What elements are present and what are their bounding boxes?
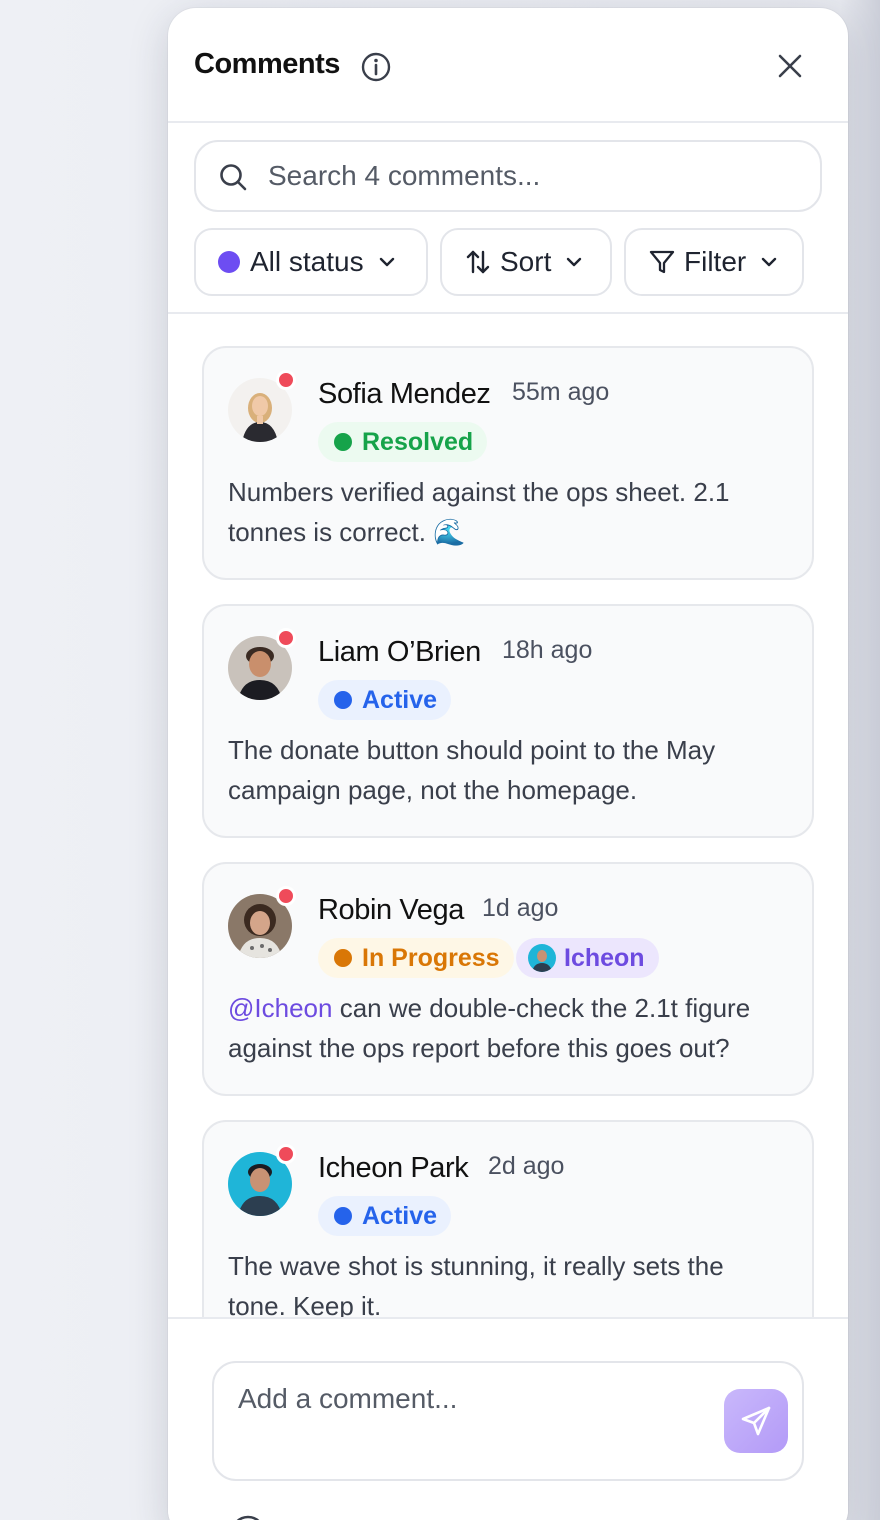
assignee-name: Icheon [564,943,645,972]
comment-author: Robin Vega [318,894,464,926]
comment-time: 1d ago [482,894,559,922]
filter-dropdown[interactable]: Filter [624,228,804,296]
comment-time: 18h ago [502,636,593,664]
sort-arrows-icon [466,250,490,274]
comments-list[interactable]: Sofia Mendez 55m ago Resolved Numbers ve… [168,314,848,1317]
comment-body: @Icheon can we double-check the 2.1t fig… [228,988,788,1068]
status-badge-label: Active [362,685,438,714]
comment-author: Liam O’Brien [318,636,481,668]
close-icon[interactable] [774,50,806,82]
info-circle-icon[interactable] [360,51,392,83]
status-badge-label: Resolved [362,427,474,456]
status-dot [334,1207,352,1225]
comment-composer [212,1361,804,1481]
search-box [194,140,822,212]
comment-card[interactable]: Liam O’Brien 18h ago Active The donate b… [202,604,814,838]
unread-dot [276,886,296,906]
comment-body: The wave shot is stunning, it really set… [228,1251,724,1317]
chevron-down-icon [379,257,394,267]
comment-time: 55m ago [512,378,610,406]
status-dot [334,691,352,709]
composer-area [168,1317,848,1520]
chevron-down-icon [762,257,777,267]
status-badge-label: In Progress [362,943,500,972]
comments-panel: Comments All status Sort [168,8,848,1520]
panel-title: Comments [194,48,340,80]
status-badge: Active [318,680,452,720]
comment-body: Numbers verified against the ops sheet. … [228,477,730,547]
comment-card[interactable]: Sofia Mendez 55m ago Resolved Numbers ve… [202,346,814,580]
unread-dot [276,370,296,390]
send-icon [741,1406,771,1436]
search-icon [220,164,247,191]
status-filter-label: All status [250,246,364,277]
assignee-avatar [528,944,556,972]
comment-input[interactable] [238,1383,718,1443]
search-input[interactable] [268,154,798,198]
chevron-down-icon [567,257,582,267]
comment-author: Sofia Mendez [318,378,491,410]
sort-dropdown[interactable]: Sort [440,228,612,296]
comment-author: Icheon Park [318,1152,469,1184]
sort-label: Sort [500,246,552,277]
filter-label: Filter [684,246,747,277]
comment-card[interactable]: Robin Vega 1d ago In Progress Icheon @Ic… [202,862,814,1096]
comment-body: The donate button should point to the Ma… [228,735,716,805]
status-dot [218,251,240,273]
mention-link[interactable]: @Icheon [228,993,332,1023]
footer-circle-icon [236,1515,260,1520]
status-badge-label: Active [362,1201,438,1230]
status-filter-dropdown[interactable]: All status [194,228,428,296]
status-badge: In Progress [318,938,514,978]
assignee-chip[interactable]: Icheon [516,938,659,978]
unread-dot [276,628,296,648]
comment-time: 2d ago [488,1152,565,1180]
comment-card[interactable]: Icheon Park 2d ago Active The wave shot … [202,1120,814,1317]
status-badge: Active [318,1196,452,1236]
avatar-photo-icheon-mini [528,944,556,972]
panel-header: Comments [168,8,848,123]
status-badge: Resolved [318,422,488,462]
send-button[interactable] [724,1389,788,1453]
status-dot [334,949,352,967]
unread-dot [276,1144,296,1164]
status-dot [334,433,352,451]
filter-funnel-icon [649,250,675,274]
